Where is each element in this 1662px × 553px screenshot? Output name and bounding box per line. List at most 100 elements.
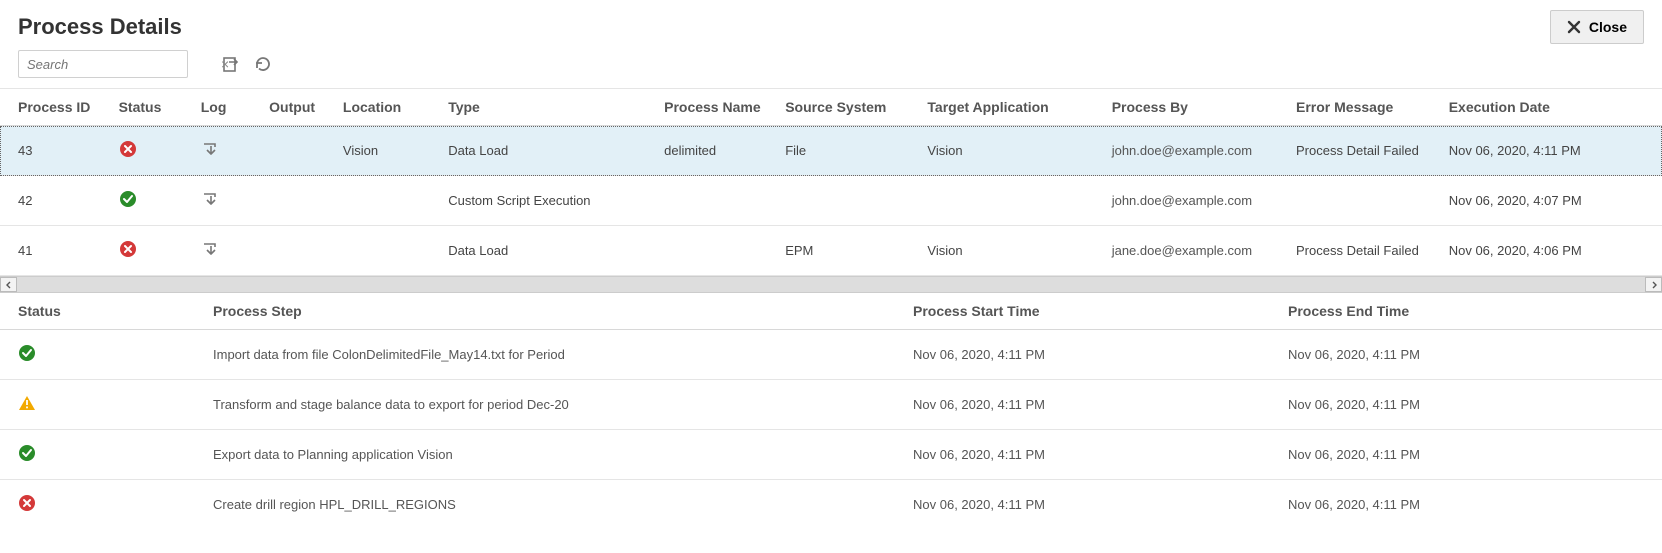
horizontal-scrollbar[interactable] [0,276,1662,293]
error-icon [18,494,36,512]
col-process-name[interactable]: Process Name [656,89,777,126]
dcol-process-step[interactable]: Process Step [205,293,905,330]
page-title: Process Details [18,14,182,40]
cell-process-by: jane.doe@example.com [1104,226,1288,276]
dcell-end: Nov 06, 2020, 4:11 PM [1280,330,1662,380]
dcell-status [0,380,205,430]
cell-process-name: delimited [656,126,777,176]
search-field-wrap: × [18,50,188,78]
cell-error-message [1288,176,1441,226]
dcell-step: Export data to Planning application Visi… [205,430,905,480]
cell-execution-date: Nov 06, 2020, 4:07 PM [1441,176,1662,226]
close-label: Close [1589,19,1627,35]
cell-target-application [919,176,1103,226]
success-icon [18,344,36,362]
cell-log [193,226,261,276]
cell-source-system: EPM [777,226,919,276]
dcell-step: Transform and stage balance data to expo… [205,380,905,430]
dcell-end: Nov 06, 2020, 4:11 PM [1280,430,1662,480]
cell-process-by: john.doe@example.com [1104,176,1288,226]
dcell-start: Nov 06, 2020, 4:11 PM [905,330,1280,380]
cell-location [335,176,440,226]
col-process-by[interactable]: Process By [1104,89,1288,126]
download-log-icon[interactable] [201,190,221,208]
dcell-start: Nov 06, 2020, 4:11 PM [905,430,1280,480]
cell-target-application: Vision [919,126,1103,176]
cell-type: Data Load [440,226,656,276]
cell-output [261,176,335,226]
cell-process-id: 41 [0,226,111,276]
col-status[interactable]: Status [111,89,193,126]
dcol-start-time[interactable]: Process Start Time [905,293,1280,330]
error-icon [119,140,137,158]
dcol-status[interactable]: Status [0,293,205,330]
dcell-end: Nov 06, 2020, 4:11 PM [1280,380,1662,430]
cell-log [193,126,261,176]
dcell-start: Nov 06, 2020, 4:11 PM [905,380,1280,430]
error-icon [119,240,137,258]
cell-error-message: Process Detail Failed [1288,126,1441,176]
close-button[interactable]: Close [1550,10,1644,44]
cell-process-by: john.doe@example.com [1104,126,1288,176]
close-icon [1567,20,1581,34]
success-icon [119,190,137,208]
success-icon [18,444,36,462]
download-log-icon[interactable] [201,240,221,258]
dcell-status [0,480,205,530]
detail-header-row: Status Process Step Process Start Time P… [0,293,1662,330]
scroll-right-icon[interactable] [1645,277,1662,292]
cell-source-system: File [777,126,919,176]
dcell-step: Create drill region HPL_DRILL_REGIONS [205,480,905,530]
search-clear-icon[interactable]: × [213,56,237,72]
cell-output [261,126,335,176]
cell-type: Data Load [440,126,656,176]
col-target-application[interactable]: Target Application [919,89,1103,126]
detail-row[interactable]: Import data from file ColonDelimitedFile… [0,330,1662,380]
dcol-end-time[interactable]: Process End Time [1280,293,1662,330]
cell-status [111,126,193,176]
dcell-end: Nov 06, 2020, 4:11 PM [1280,480,1662,530]
cell-status [111,176,193,226]
col-error-message[interactable]: Error Message [1288,89,1441,126]
col-source-system[interactable]: Source System [777,89,919,126]
cell-target-application: Vision [919,226,1103,276]
scroll-left-icon[interactable] [0,277,17,292]
search-input[interactable] [19,53,213,76]
cell-error-message: Process Detail Failed [1288,226,1441,276]
col-output[interactable]: Output [261,89,335,126]
col-process-id[interactable]: Process ID [0,89,111,126]
col-location[interactable]: Location [335,89,440,126]
cell-process-name [656,226,777,276]
warning-icon [18,394,36,412]
refresh-icon[interactable] [254,55,272,73]
process-step-table: Status Process Step Process Start Time P… [0,293,1662,529]
dcell-status [0,330,205,380]
dcell-status [0,430,205,480]
col-execution-date[interactable]: Execution Date [1441,89,1662,126]
dcell-step: Import data from file ColonDelimitedFile… [205,330,905,380]
cell-log [193,176,261,226]
cell-process-name [656,176,777,226]
cell-type: Custom Script Execution [440,176,656,226]
download-log-icon[interactable] [201,140,221,158]
col-log[interactable]: Log [193,89,261,126]
dcell-start: Nov 06, 2020, 4:11 PM [905,480,1280,530]
table-row[interactable]: 42 Custom Script Execution john.doe@exampl… [0,176,1662,226]
process-table: Process ID Status Log Output Location Ty… [0,89,1662,276]
detail-row[interactable]: Create drill region HPL_DRILL_REGIONSNov… [0,480,1662,530]
detail-row[interactable]: Export data to Planning application Visi… [0,430,1662,480]
cell-process-id: 43 [0,126,111,176]
cell-location: Vision [335,126,440,176]
table-row[interactable]: 43VisionData LoaddelimitedFileVisionjohn… [0,126,1662,176]
table-header-row: Process ID Status Log Output Location Ty… [0,89,1662,126]
cell-location [335,226,440,276]
table-row[interactable]: 41 Data Load EPMVisionjane.doe@example.com… [0,226,1662,276]
detail-row[interactable]: Transform and stage balance data to expo… [0,380,1662,430]
cell-execution-date: Nov 06, 2020, 4:11 PM [1441,126,1662,176]
cell-output [261,226,335,276]
cell-process-id: 42 [0,176,111,226]
cell-execution-date: Nov 06, 2020, 4:06 PM [1441,226,1662,276]
col-type[interactable]: Type [440,89,656,126]
cell-status [111,226,193,276]
cell-source-system [777,176,919,226]
